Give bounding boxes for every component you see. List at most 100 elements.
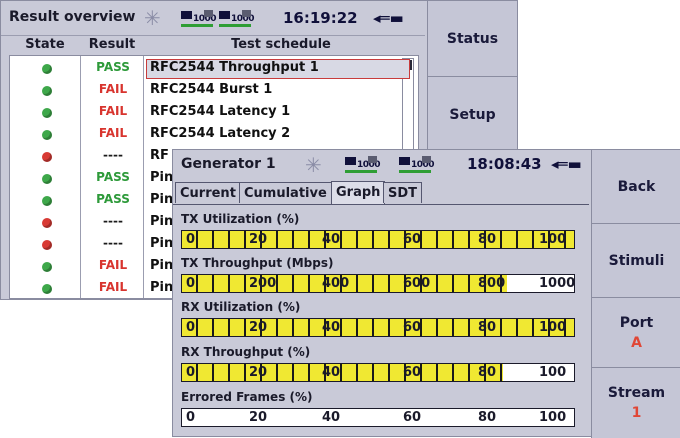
- state-red-icon: [42, 152, 52, 162]
- state-green-icon: [42, 130, 52, 140]
- schedule-cell: Pin: [150, 192, 174, 207]
- gauge-label: Errored Frames (%): [181, 390, 313, 404]
- schedule-cell: Pin: [150, 170, 174, 185]
- gauge-tick-label: 60: [403, 410, 422, 425]
- result-cell: FAIL: [98, 126, 128, 140]
- tab-sdt[interactable]: SDT: [383, 182, 423, 203]
- state-green-icon: [42, 284, 52, 294]
- state-column-header: State: [25, 37, 65, 52]
- tab-cumulative[interactable]: Cumulative: [239, 182, 332, 203]
- overview-clock: 16:19:22: [283, 9, 358, 27]
- result-cell: PASS: [96, 60, 130, 74]
- gauge-tick-label: 0: [186, 276, 196, 291]
- gauge-bar: 0 20 40 60 80 100: [181, 408, 575, 427]
- gauge-tick-label: 0: [186, 410, 196, 425]
- result-cell: ----: [103, 148, 123, 162]
- back-button[interactable]: Back: [591, 150, 680, 224]
- port-button[interactable]: Port A: [591, 298, 680, 368]
- table-row[interactable]: FAIL RFC2544 Burst 1: [10, 80, 418, 102]
- setup-button-label: Setup: [449, 106, 496, 123]
- gauge-tick-label: 100: [539, 232, 567, 247]
- gauge-label: RX Utilization (%): [181, 300, 301, 314]
- gauge-tick-label: 20: [249, 365, 268, 380]
- gauge-tick-label: 20: [249, 232, 268, 247]
- table-row[interactable]: FAIL RFC2544 Latency 2: [10, 124, 418, 146]
- schedule-cell: Pin: [150, 258, 174, 273]
- gauge-tick-label: 80: [478, 232, 497, 247]
- generator-title: Generator 1: [181, 156, 276, 172]
- stream-button-label: Stream: [607, 385, 666, 401]
- schedule-cell: Pin: [150, 236, 174, 251]
- tab-current[interactable]: Current: [175, 182, 241, 203]
- schedule-cell: Pin: [150, 280, 174, 295]
- table-row[interactable]: PASS RFC2544 Throughput 1: [10, 58, 418, 80]
- tab-graph[interactable]: Graph: [331, 181, 386, 204]
- gauge-tick-label: 40: [322, 365, 341, 380]
- gauge-tick-label: 200: [249, 276, 277, 291]
- status-button[interactable]: Status: [427, 1, 517, 77]
- table-row[interactable]: FAIL RFC2544 Latency 1: [10, 102, 418, 124]
- stream-value: 1: [631, 405, 642, 421]
- state-green-icon: [42, 64, 52, 74]
- result-cell: FAIL: [98, 82, 128, 96]
- gauge-tick-label: 1000: [539, 276, 575, 291]
- port2-link-icon: 1000: [399, 155, 435, 175]
- result-cell: ----: [103, 236, 123, 250]
- power-plug-icon: ◂═▬: [551, 155, 582, 173]
- gauge-bar: 0 20 40 60 80 100: [181, 363, 575, 382]
- schedule-cell: Pin: [150, 214, 174, 229]
- schedule-cell: RFC2544 Latency 1: [150, 104, 291, 119]
- stimuli-button[interactable]: Stimuli: [591, 224, 680, 298]
- port1-link-icon: 1000: [181, 9, 217, 29]
- overview-titlebar: Result overview ✳ 1000 1000 16:19:22 ◂═▬: [1, 1, 425, 36]
- gauge-tick-label: 40: [322, 232, 341, 247]
- gauge-tick-label: 40: [322, 320, 341, 335]
- stimuli-button-label: Stimuli: [608, 252, 665, 269]
- generator-window: Generator 1 ✳ 1000 1000 18:08:43 ◂═▬ Cur…: [172, 149, 680, 438]
- port-value: A: [631, 334, 642, 351]
- gauge-tick-label: 40: [322, 410, 341, 425]
- gauge-tick-label: 60: [403, 232, 422, 247]
- state-red-icon: [42, 218, 52, 228]
- gauge-bar: 0 20 40 60 80 100: [181, 318, 575, 337]
- activity-spinner-icon: ✳: [305, 153, 322, 177]
- result-cell: FAIL: [98, 104, 128, 118]
- gauge-bar: 0 20 40 60 80 100: [181, 230, 575, 249]
- schedule-cell: RFC2544 Throughput 1: [150, 60, 319, 75]
- setup-button[interactable]: Setup: [427, 77, 517, 153]
- activity-spinner-icon: ✳: [144, 6, 161, 30]
- gauge-fill: [182, 364, 504, 381]
- overview-title: Result overview: [9, 9, 136, 25]
- gauge-tick-label: 60: [403, 320, 422, 335]
- gauge-fill: [182, 319, 574, 336]
- gauge-tick-label: 100: [539, 365, 567, 380]
- generator-side-buttons: Back Stimuli Port A Stream 1: [591, 150, 680, 438]
- gauge-tick-label: 80: [478, 410, 497, 425]
- state-green-icon: [42, 174, 52, 184]
- schedule-cell: RFC2544 Latency 2: [150, 126, 291, 141]
- port2-link-icon: 1000: [219, 9, 255, 29]
- state-red-icon: [42, 240, 52, 250]
- gauge-tick-label: 100: [539, 410, 567, 425]
- status-button-label: Status: [446, 30, 499, 47]
- gauge-label: TX Utilization (%): [181, 212, 300, 226]
- schedule-column-header: Test schedule: [231, 37, 331, 52]
- gauge-tick-label: 60: [403, 365, 422, 380]
- result-cell: PASS: [96, 170, 130, 184]
- power-plug-icon: ◂═▬: [373, 9, 404, 27]
- stream-button[interactable]: Stream 1: [591, 368, 680, 438]
- schedule-cell: RFC2544 Burst 1: [150, 82, 273, 97]
- gauge-tick-label: 600: [403, 276, 431, 291]
- result-cell: FAIL: [98, 280, 128, 294]
- gauge-tick-label: 80: [478, 365, 497, 380]
- result-cell: FAIL: [98, 258, 128, 272]
- gauge-tick-label: 400: [322, 276, 350, 291]
- result-column-header: Result: [88, 37, 136, 52]
- gauge-label: TX Throughput (Mbps): [181, 256, 334, 270]
- back-button-label: Back: [617, 178, 656, 195]
- gauge-label: RX Throughput (%): [181, 345, 311, 359]
- gauge-bar: 0 200 400 600 800 1000: [181, 274, 575, 293]
- generator-tabs: Current Cumulative Graph SDT: [173, 180, 589, 205]
- result-cell: ----: [103, 214, 123, 228]
- gauge-tick-label: 0: [186, 320, 196, 335]
